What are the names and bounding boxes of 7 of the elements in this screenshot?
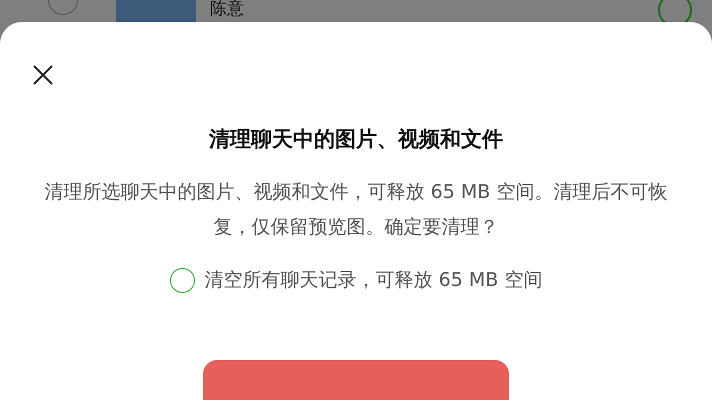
contact-name: 陈意 <box>210 1 244 18</box>
checkbox[interactable] <box>170 268 195 292</box>
dialog-title: 清理聊天中的图片、视频和文件 <box>209 126 503 153</box>
dialog-message: 清理所选聊天中的图片、视频和文件，可释放 65 MB 空间。清理后不可恢复，仅保留预览图。确定要清理？ <box>44 180 668 240</box>
close-icon[interactable] <box>33 65 53 85</box>
checkbox-label[interactable]: 清空所有聊天记录，可释放 65 MB 空间 <box>204 267 542 293</box>
confirm-button[interactable] <box>203 360 509 400</box>
